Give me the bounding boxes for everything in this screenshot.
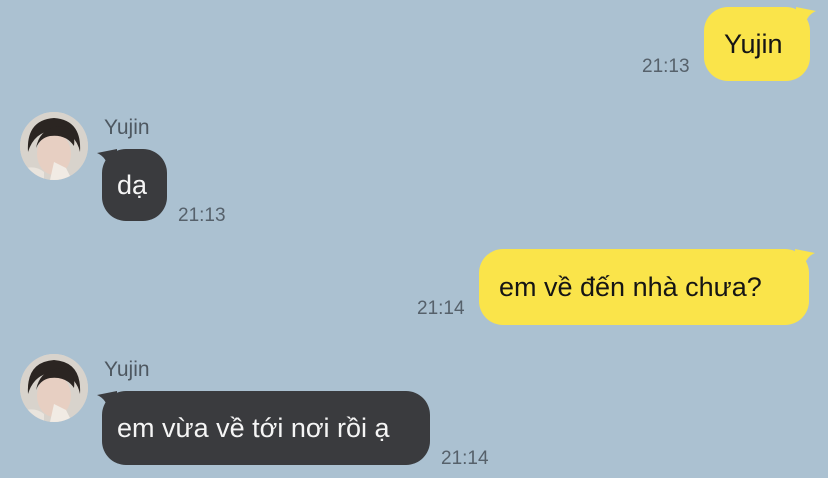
sender-name: Yujin [104,116,150,139]
message-bubble[interactable]: dạ [102,149,167,221]
profile-photo-icon [20,112,88,180]
message-text: em về đến nhà chưa? [499,272,762,302]
chat-area[interactable]: Yujin 21:13 Yujin dạ 21:13 em về đến nhà… [0,0,828,478]
message-time: 21:13 [178,205,226,226]
sender-name: Yujin [104,358,150,381]
message-bubble[interactable]: Yujin [704,7,810,81]
profile-photo-icon [20,354,88,422]
avatar[interactable] [20,112,88,180]
message-time: 21:14 [441,448,489,469]
message-time: 21:14 [417,298,465,319]
message-text: em vừa về tới nơi rồi ạ [117,413,390,443]
message-text: Yujin [724,29,783,59]
avatar[interactable] [20,354,88,422]
message-time: 21:13 [642,56,690,77]
message-text: dạ [117,170,148,200]
message-bubble[interactable]: em vừa về tới nơi rồi ạ [102,391,430,465]
message-bubble[interactable]: em về đến nhà chưa? [479,249,809,325]
